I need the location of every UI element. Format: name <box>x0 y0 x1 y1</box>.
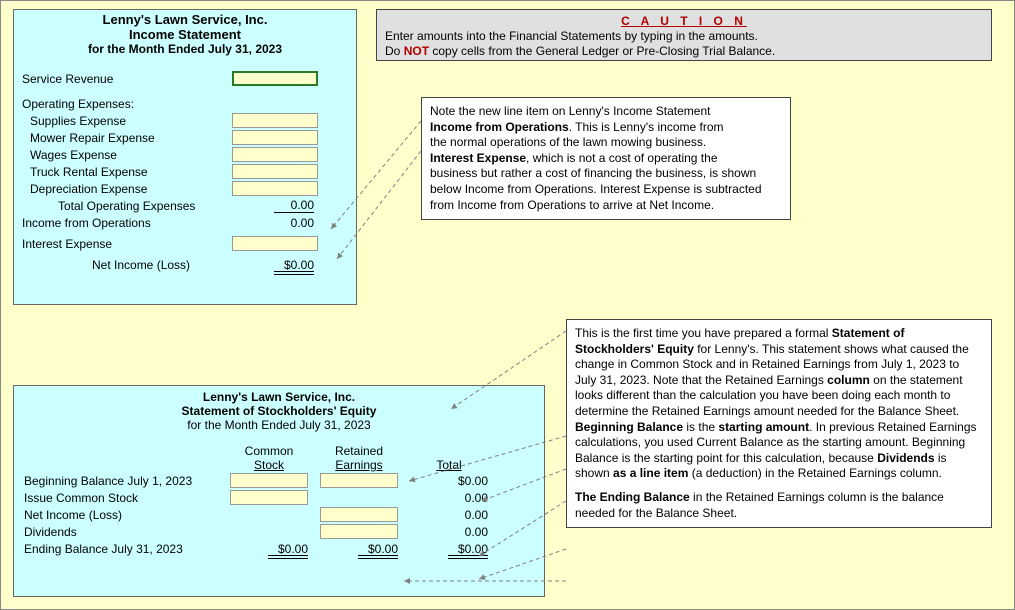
value-ending-total: $0.00 <box>448 542 488 556</box>
label-dividends: Dividends <box>24 525 224 539</box>
label-income-from-operations: Income from Operations <box>22 216 232 230</box>
ne-p1j: Dividends <box>877 451 934 465</box>
input-issue-common-stock[interactable] <box>230 490 308 505</box>
equity-header: Lenny's Lawn Service, Inc. Statement of … <box>14 386 544 432</box>
ne-p1m: (a deduction) in the Retained Earnings c… <box>688 466 941 480</box>
input-wages-expense[interactable] <box>232 147 318 162</box>
ne-p1d: column <box>827 373 870 387</box>
input-supplies-expense[interactable] <box>232 113 318 128</box>
worksheet-canvas: Lenny's Lawn Service, Inc. Income Statem… <box>0 0 1015 610</box>
note-income-from-operations: Note the new line item on Lenny's Income… <box>421 97 791 220</box>
label-net-income: Net Income (Loss) <box>22 258 232 272</box>
is-company-name: Lenny's Lawn Service, Inc. <box>14 12 356 27</box>
label-supplies-expense: Supplies Expense <box>22 114 232 128</box>
row-issue-common-stock: Issue Common Stock 0.00 <box>24 489 534 506</box>
row-net-income: Net Income (Loss) 0.00 <box>24 506 534 523</box>
value-income-from-operations: 0.00 <box>232 216 318 230</box>
caution-line1: Enter amounts into the Financial Stateme… <box>385 29 983 44</box>
ne-p1a: This is the first time you have prepared… <box>575 326 832 340</box>
label-depreciation-expense: Depreciation Expense <box>22 182 232 196</box>
row-beginning-balance: Beginning Balance July 1, 2023 $0.00 <box>24 472 534 489</box>
income-statement-header: Lenny's Lawn Service, Inc. Income Statem… <box>14 10 356 56</box>
row-dividends: Dividends 0.00 <box>24 523 534 540</box>
caution-not: NOT <box>404 44 429 58</box>
note-stockholders-equity: This is the first time you have prepared… <box>566 319 992 528</box>
eq-company-name: Lenny's Lawn Service, Inc. <box>14 390 544 404</box>
input-depreciation-expense[interactable] <box>232 181 318 196</box>
input-service-revenue[interactable] <box>232 71 318 86</box>
caution-line2-post: copy cells from the General Ledger or Pr… <box>429 44 775 58</box>
col-retained-earnings: Retained Earnings <box>314 444 404 472</box>
input-net-income-retained[interactable] <box>320 507 398 522</box>
eq-period: for the Month Ended July 31, 2023 <box>14 418 544 432</box>
value-ending-retained: $0.00 <box>358 542 398 556</box>
input-interest-expense[interactable] <box>232 236 318 251</box>
label-issue-common-stock: Issue Common Stock <box>24 491 224 505</box>
input-truck-rental-expense[interactable] <box>232 164 318 179</box>
note-equity-p2: The Ending Balance in the Retained Earni… <box>575 490 983 521</box>
label-interest-expense: Interest Expense <box>22 237 232 251</box>
note-income-l2: Income from Operations. This is Lenny's … <box>430 120 782 136</box>
label-truck-rental-expense: Truck Rental Expense <box>22 165 232 179</box>
value-ending-common: $0.00 <box>268 542 308 556</box>
label-operating-expenses: Operating Expenses: <box>22 97 232 111</box>
ne-p1h: starting amount <box>718 420 809 434</box>
note-income-l5: business but rather a cost of financing … <box>430 166 782 182</box>
label-eq-net-income: Net Income (Loss) <box>24 508 224 522</box>
note-income-l3: the normal operations of the lawn mowing… <box>430 135 782 151</box>
input-mower-repair-expense[interactable] <box>232 130 318 145</box>
label-total-operating-expenses: Total Operating Expenses <box>22 199 232 213</box>
row-ending-balance: Ending Balance July 31, 2023 $0.00 $0.00… <box>24 540 534 557</box>
note-income-l1: Note the new line item on Lenny's Income… <box>430 104 782 120</box>
input-dividends-retained[interactable] <box>320 524 398 539</box>
input-beginning-common-stock[interactable] <box>230 473 308 488</box>
value-issue-total: 0.00 <box>404 491 494 505</box>
label-ending-balance: Ending Balance July 31, 2023 <box>24 542 224 556</box>
value-total-operating-expenses: 0.00 <box>274 198 314 213</box>
ne-p1g: is the <box>683 420 718 434</box>
note-income-l6: below Income from Operations. Interest E… <box>430 182 782 198</box>
value-net-income: $0.00 <box>274 258 314 272</box>
stockholders-equity-panel: Lenny's Lawn Service, Inc. Statement of … <box>13 385 545 597</box>
note-income-l4: Interest Expense, which is not a cost of… <box>430 151 782 167</box>
caution-panel: C A U T I O N Enter amounts into the Fin… <box>376 9 992 61</box>
note-income-l7: from Income from Operations to arrive at… <box>430 198 782 214</box>
is-statement-name: Income Statement <box>14 27 356 42</box>
ne-p2a: The Ending Balance <box>575 490 690 504</box>
caution-line2-pre: Do <box>385 44 404 58</box>
col-total: Total <box>404 444 494 472</box>
note-income-l2a: Income from Operations <box>430 120 569 134</box>
caution-title: C A U T I O N <box>385 14 983 29</box>
note-income-l2b: . This is Lenny's income from <box>569 120 724 134</box>
note-income-l4a: Interest Expense <box>430 151 526 165</box>
income-statement-panel: Lenny's Lawn Service, Inc. Income Statem… <box>13 9 357 305</box>
equity-column-headers: Common Stock Retained Earnings Total <box>24 444 534 472</box>
label-mower-repair-expense: Mower Repair Expense <box>22 131 232 145</box>
value-dividends-total: 0.00 <box>404 525 494 539</box>
note-income-l4b: , which is not a cost of operating the <box>526 151 717 165</box>
value-beginning-total: $0.00 <box>404 474 494 488</box>
label-wages-expense: Wages Expense <box>22 148 232 162</box>
value-net-income-total: 0.00 <box>404 508 494 522</box>
label-beginning-balance: Beginning Balance July 1, 2023 <box>24 474 224 488</box>
input-beginning-retained-earnings[interactable] <box>320 473 398 488</box>
col-common-stock: Common Stock <box>224 444 314 472</box>
is-period: for the Month Ended July 31, 2023 <box>14 42 356 56</box>
eq-statement-name: Statement of Stockholders' Equity <box>14 404 544 418</box>
ne-p1f: Beginning Balance <box>575 420 683 434</box>
ne-p1l: as a line item <box>613 466 688 480</box>
label-service-revenue: Service Revenue <box>22 72 232 86</box>
note-equity-p1: This is the first time you have prepared… <box>575 326 983 482</box>
caution-line2: Do NOT copy cells from the General Ledge… <box>385 44 983 59</box>
